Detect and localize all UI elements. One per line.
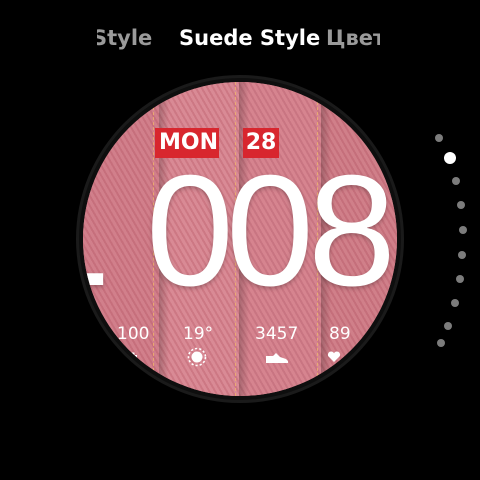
battery-icon <box>121 349 137 365</box>
tab-color[interactable]: Цвет <box>326 26 385 50</box>
weather-value: 19° <box>183 324 214 344</box>
hour-ones-digit: 0 <box>146 143 234 319</box>
tab-style-previous[interactable]: Style <box>92 26 152 50</box>
tab-fade-right <box>380 26 480 58</box>
steps-value: 3457 <box>255 324 299 344</box>
page-dot[interactable] <box>452 177 460 185</box>
page-dot[interactable] <box>444 322 452 330</box>
page-dot[interactable] <box>451 299 459 307</box>
tab-fade-left <box>0 26 97 58</box>
heart-icon <box>327 350 341 366</box>
page-dot[interactable] <box>457 201 465 209</box>
minute-ones-digit: 8 <box>308 143 396 319</box>
heart-rate-value: 89 <box>329 324 351 344</box>
page-dot[interactable] <box>435 134 443 142</box>
tab-suede-style[interactable]: Suede Style <box>179 26 320 50</box>
page-dot[interactable] <box>458 251 466 259</box>
page-dot-active[interactable] <box>444 152 456 164</box>
watch-face-preview[interactable]: MON 28 1 0 0 8 100 19° 3457 89 <box>83 82 397 396</box>
page-dot[interactable] <box>456 275 464 283</box>
page-dot[interactable] <box>437 339 445 347</box>
shoe-icon <box>265 351 289 367</box>
hour-tens-digit: 1 <box>83 146 111 316</box>
page-dot[interactable] <box>459 226 467 234</box>
sun-icon <box>186 346 208 371</box>
battery-value: 100 <box>117 324 150 344</box>
minute-tens-digit: 0 <box>226 143 314 319</box>
